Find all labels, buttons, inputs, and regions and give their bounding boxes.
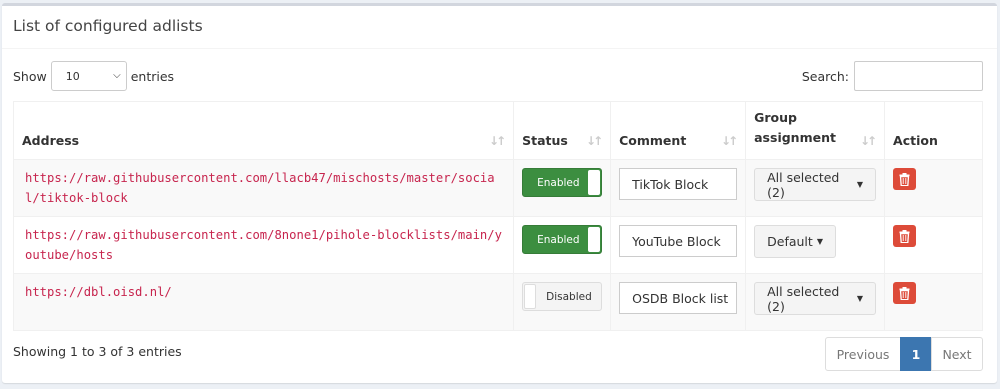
column-header-comment[interactable]: Comment ↓↑ (610, 101, 747, 160)
adlists-table: Address ↓↑ Status ↓↑ Comment ↓↑ Group assig… (12, 101, 983, 331)
caret-down-icon: ▼ (816, 237, 823, 246)
delete-button[interactable] (893, 168, 917, 190)
search-input[interactable] (854, 61, 983, 91)
column-header-status[interactable]: Status ↓↑ (513, 101, 612, 160)
trash-icon (899, 286, 910, 300)
entries-length-value: 10 (65, 69, 80, 83)
entries-length-select[interactable]: 10 ⌵ (50, 61, 127, 91)
comment-input[interactable]: TikTok Block (619, 168, 738, 200)
toggle-handle (588, 227, 601, 252)
delete-button[interactable] (893, 282, 917, 304)
caret-down-icon: ▼ (856, 180, 864, 189)
group-label: Default (767, 234, 813, 249)
table-header-row: Address ↓↑ Status ↓↑ Comment ↓↑ Group assig… (12, 101, 983, 160)
search-label: Search: (801, 68, 849, 84)
column-header-address[interactable]: Address ↓↑ (12, 101, 515, 160)
length-control: Show 10 ⌵ entries (13, 61, 174, 91)
table-row: https://raw.githubusercontent.com/llacb4… (12, 159, 983, 217)
trash-icon (899, 172, 910, 186)
previous-page-button[interactable]: Previous (825, 337, 901, 371)
table-row: https://raw.githubusercontent.com/8none1… (12, 216, 983, 274)
group-assignment-dropdown[interactable]: All selected (2) ▼ (754, 168, 877, 201)
status-label: Enabled (537, 233, 580, 246)
status-label: Disabled (546, 290, 592, 303)
adlist-address: https://raw.githubusercontent.com/llacb4… (25, 171, 495, 205)
box-title: List of configured adlists (13, 17, 203, 35)
caret-down-icon: ▼ (856, 294, 864, 303)
chevron-down-icon: ⌵ (113, 70, 121, 81)
toggle-handle (524, 284, 537, 309)
group-assignment-dropdown[interactable]: Default ▼ (754, 225, 836, 258)
table-info: Showing 1 to 3 of 3 entries (13, 344, 182, 359)
search-control: Search: (802, 61, 983, 91)
table-row: https://dbl.oisd.nl/ Disabled OSDB Block… (12, 273, 983, 331)
box-header: List of configured adlists (2, 6, 997, 49)
adlist-address: https://dbl.oisd.nl/ (25, 285, 172, 299)
comment-input[interactable]: YouTube Block (619, 225, 738, 257)
column-header-group[interactable]: Group assignment ↓↑ (745, 101, 886, 160)
trash-icon (899, 229, 910, 243)
status-toggle[interactable]: Disabled (522, 282, 603, 311)
page-1-button[interactable]: 1 (900, 337, 932, 371)
delete-button[interactable] (893, 225, 917, 247)
status-toggle[interactable]: Enabled (522, 225, 603, 254)
comment-input[interactable]: OSDB Block list (619, 282, 738, 314)
entries-label: entries (130, 68, 175, 84)
pagination: Previous 1 Next (825, 337, 983, 371)
adlists-box: List of configured adlists Show 10 ⌵ ent… (2, 3, 997, 383)
status-label: Enabled (537, 176, 580, 189)
group-label: All selected (2) (767, 169, 840, 200)
group-assignment-dropdown[interactable]: All selected (2) ▼ (754, 282, 877, 315)
sort-icon: ↓↑ (489, 134, 506, 148)
group-label: All selected (2) (767, 283, 840, 314)
toggle-handle (588, 170, 601, 195)
sort-icon: ↓↑ (586, 134, 603, 148)
status-toggle[interactable]: Enabled (522, 168, 603, 197)
table-controls: Show 10 ⌵ entries Search: (13, 61, 983, 91)
adlist-address: https://raw.githubusercontent.com/8none1… (25, 228, 502, 262)
column-header-action: Action (884, 101, 983, 160)
sort-icon: ↓↑ (859, 134, 877, 148)
show-label: Show (13, 68, 47, 84)
sort-icon: ↓↑ (721, 134, 738, 148)
next-page-button[interactable]: Next (931, 337, 983, 371)
